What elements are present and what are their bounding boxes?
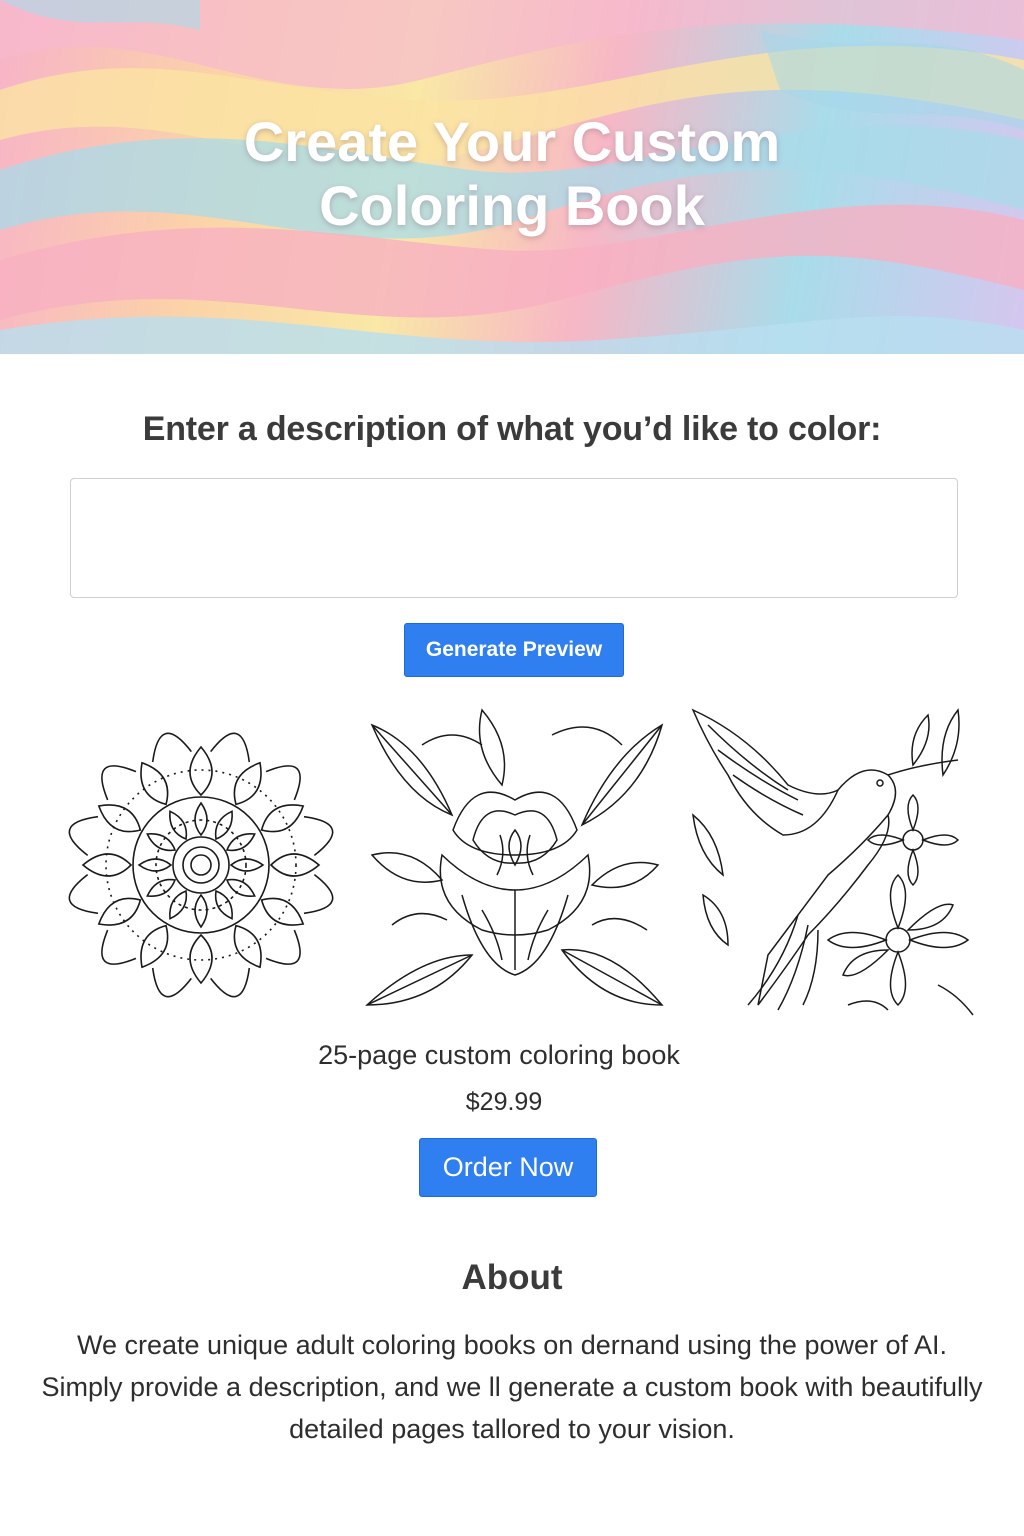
- preview-flower: [362, 705, 668, 1025]
- flower-illustration: [365, 708, 664, 1006]
- page-title-line-1: Create Your Custom: [243, 110, 781, 173]
- page-title: Create Your Custom Coloring Book: [0, 110, 1024, 238]
- about-text: We create unique adult coloring books on…: [41, 1330, 983, 1444]
- about-heading: About: [461, 1258, 563, 1297]
- order-now-button[interactable]: Order Now: [419, 1138, 597, 1197]
- generate-preview-button[interactable]: Generate Preview: [404, 623, 624, 677]
- preview-mandala: [50, 705, 352, 1025]
- product-price: $29.99: [465, 1088, 543, 1116]
- mandala-illustration: [68, 732, 334, 998]
- preview-hummingbird: [688, 705, 976, 1025]
- description-input[interactable]: [70, 478, 958, 598]
- page-title-line-2: Coloring Book: [319, 174, 705, 237]
- description-label: Enter a description of what you’d like t…: [142, 410, 882, 448]
- product-name: 25-page custom coloring book: [318, 1040, 680, 1070]
- hummingbird-illustration: [691, 708, 974, 1016]
- hero-banner: Create Your Custom Coloring Book: [0, 0, 1024, 354]
